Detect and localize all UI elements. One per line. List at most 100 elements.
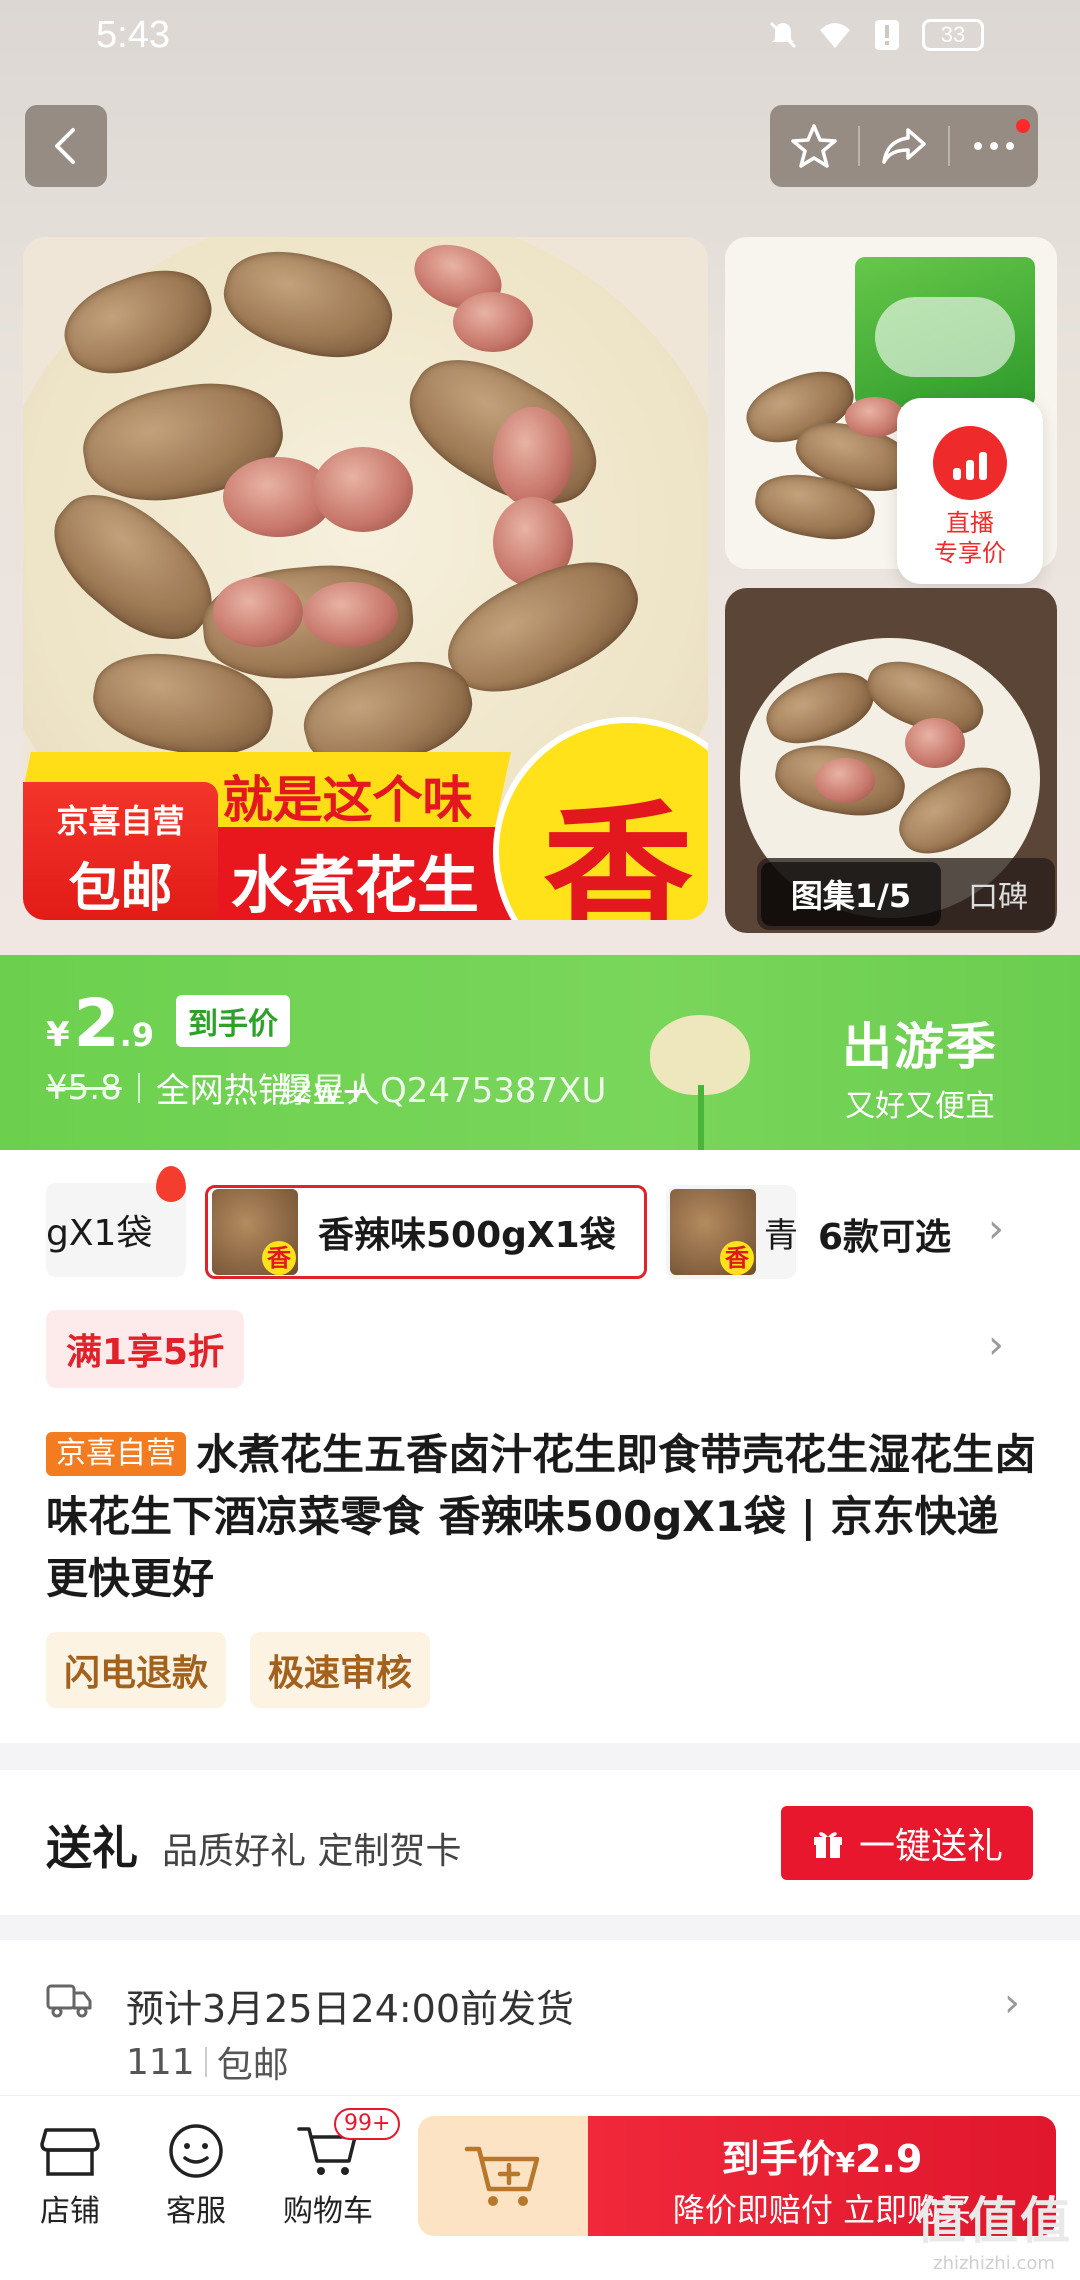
sku-thumbnail: [212, 1189, 298, 1275]
cart-icon: 99+: [268, 2108, 401, 2186]
free-shipping-label: 包邮: [216, 2045, 289, 2086]
divider: [204, 2047, 207, 2077]
gift-section: 送礼 品质好礼 定制贺卡 一键送礼: [0, 1770, 1080, 1915]
top-action-group: [770, 105, 1038, 187]
watermark-sub: zhizhizhi.com: [933, 2253, 1055, 2274]
peanut-kernel-graphic: [303, 582, 398, 647]
package-graphic: [855, 257, 1035, 407]
shipping-origin: 111: [126, 2041, 195, 2083]
cart-button[interactable]: 99+ 购物车: [268, 2108, 401, 2230]
live-price-badge[interactable]: 直播 专享价: [897, 398, 1043, 584]
currency-symbol: ¥: [46, 1015, 70, 1055]
watermark-overlay-text: 爆星人Q2475387XU: [278, 1071, 607, 1111]
bottom-action-bar: 店铺 客服 99+ 购物车 到手价¥2.9 降价即赔付 立即购买 值值值 zhi…: [0, 2095, 1080, 2280]
price-row: ¥ 2 .9 到手价: [46, 985, 291, 1062]
service-tags: 闪电退款 极速审核: [46, 1632, 431, 1708]
product-title: 京喜自营 水煮花生五香卤汁花生即食带壳花生湿花生卤味花生下酒凉菜零食 香辣味500…: [46, 1424, 1041, 1610]
watermark-main: 值值值: [916, 2192, 1072, 2250]
sku-label: 青: [764, 1215, 796, 1256]
service-tag: 极速审核: [250, 1632, 431, 1708]
service-label: 客服: [166, 2194, 226, 2229]
shop-button[interactable]: 店铺: [10, 2116, 130, 2230]
status-time: 5:43: [96, 14, 170, 56]
gallery-counter-tab[interactable]: 图集1/5: [761, 862, 941, 926]
notification-dot: [1016, 119, 1030, 133]
original-price: ¥5.8: [46, 1067, 122, 1108]
sku-label: 香辣味500gX1袋: [318, 1215, 616, 1256]
sku-label: gX1袋: [46, 1213, 153, 1254]
send-gift-button[interactable]: 一键送礼: [781, 1806, 1033, 1880]
add-to-cart-button[interactable]: [418, 2116, 588, 2236]
gift-title: 送礼: [46, 1821, 138, 1875]
main-product-image[interactable]: 就是这个味 水煮花生 香 京喜自营 包邮: [23, 237, 708, 920]
shipping-origin-row: 111 包邮: [126, 2036, 289, 2088]
chevron-left-icon: [55, 128, 75, 164]
season-promo: 出游季 又好又便宜: [842, 1007, 998, 1125]
tulip-decoration: [640, 1015, 760, 1155]
cart-count-badge: 99+: [334, 2108, 401, 2140]
wifi-icon: [818, 18, 852, 52]
buy-currency: ¥: [835, 2146, 856, 2179]
final-price-tag: 到手价: [176, 995, 291, 1047]
shipping-section[interactable]: 预计3月25日24:00前发货 111 包邮 ›: [0, 1940, 1080, 2115]
service-smile-icon: [136, 2116, 256, 2186]
badge-store-text: 京喜自营: [56, 802, 185, 840]
customer-service-button[interactable]: 客服: [136, 2116, 256, 2230]
peanut-kernel-graphic: [493, 407, 573, 507]
chevron-right-icon: ›: [1004, 1980, 1020, 2026]
peanut-kernel-graphic: [313, 447, 413, 532]
chevron-right-icon[interactable]: ›: [988, 1206, 1004, 1252]
status-bar: 5:43 33: [0, 0, 1080, 80]
peanut-kernel-graphic: [453, 292, 533, 352]
store-tag: 京喜自营: [46, 1432, 186, 1476]
shipping-eta: 预计3月25日24:00前发货: [126, 1987, 575, 2031]
shop-icon: [10, 2116, 130, 2186]
price-decimal: .9: [119, 1016, 155, 1054]
cart-label: 购物车: [283, 2194, 373, 2229]
chevron-right-icon[interactable]: ›: [988, 1322, 1004, 1368]
live-price-label: 专享价: [934, 539, 1006, 567]
price-banner: ¥ 2 .9 到手价 ¥5.8 全网热销2w+ 爆星人Q2475387XU 出游…: [0, 955, 1080, 1155]
buy-price: 2.9: [855, 2137, 923, 2181]
truck-icon: [46, 1980, 92, 2024]
service-tag: 闪电退款: [46, 1632, 227, 1708]
discount-promo-badge[interactable]: 满1享5折: [46, 1310, 245, 1388]
gift-icon: [813, 1832, 842, 1858]
cart-plus-icon: [464, 2146, 540, 2206]
price-integer: 2: [73, 985, 120, 1062]
alert-icon: [870, 18, 904, 52]
badge-freeship-text: 包邮: [68, 859, 173, 919]
shop-label: 店铺: [40, 2194, 100, 2229]
fragrance-char: 香: [542, 788, 693, 920]
season-subtitle: 又好又便宜: [845, 1089, 995, 1124]
buy-price-line: 到手价¥2.9: [588, 2128, 1056, 2183]
peanut-kernel-graphic: [213, 577, 303, 647]
battery-indicator: 33: [922, 19, 984, 51]
store-shipping-badge: 京喜自营 包邮: [23, 782, 218, 920]
mute-bell-icon: [766, 18, 800, 52]
more-dots-icon: [974, 142, 1014, 150]
live-label: 直播: [946, 509, 994, 537]
sku-thumbnail: [670, 1189, 756, 1275]
peanut-kernel-graphic: [905, 718, 965, 768]
gift-subtitle: 品质好礼 定制贺卡: [162, 1831, 462, 1872]
more-button[interactable]: [950, 105, 1038, 187]
divider: [137, 1072, 140, 1103]
peanut-kernel-graphic: [845, 397, 905, 437]
send-gift-label: 一键送礼: [858, 1826, 1003, 1867]
sku-option-next[interactable]: 青: [666, 1185, 796, 1279]
site-watermark: 值值值 zhizhizhi.com: [916, 2181, 1072, 2274]
favorite-button[interactable]: [770, 105, 858, 187]
reviews-tab[interactable]: 口碑: [941, 872, 1055, 916]
sku-more-button[interactable]: 6款可选: [818, 1208, 951, 1260]
buy-price-prefix: 到手价: [721, 2137, 836, 2181]
back-button[interactable]: [25, 105, 107, 187]
season-title: 出游季: [842, 1018, 998, 1076]
share-icon: [882, 128, 926, 164]
status-icons: 33: [766, 18, 984, 52]
peanut-kernel-graphic: [815, 758, 875, 803]
gallery-tabs: 图集1/5 口碑: [757, 858, 1055, 930]
share-button[interactable]: [860, 105, 948, 187]
hot-fire-icon: [156, 1166, 186, 1202]
sku-option-selected[interactable]: 香辣味500gX1袋: [205, 1185, 647, 1279]
